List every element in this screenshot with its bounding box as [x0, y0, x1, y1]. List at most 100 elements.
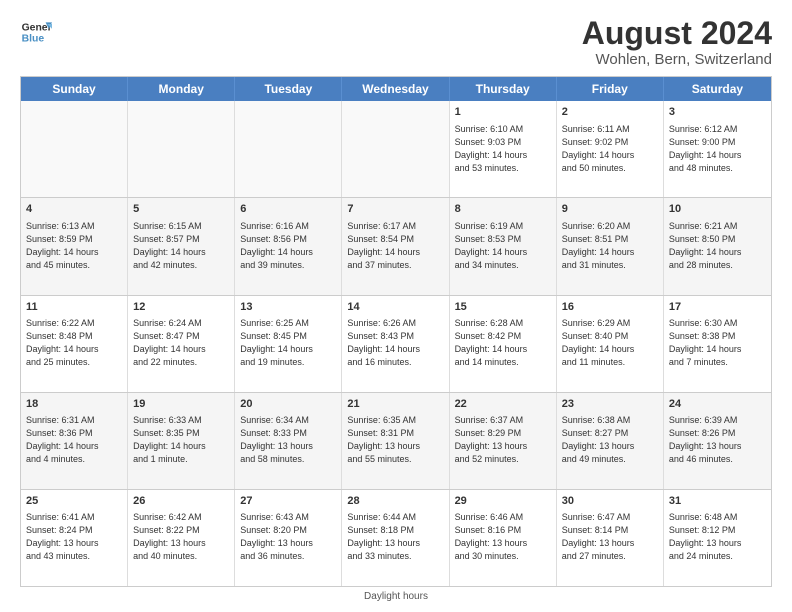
cal-cell: 7Sunrise: 6:17 AM Sunset: 8:54 PM Daylig…	[342, 198, 449, 294]
cal-cell	[128, 101, 235, 197]
day-info: Sunrise: 6:28 AM Sunset: 8:42 PM Dayligh…	[455, 317, 551, 369]
calendar-body: 1 Sunrise: 6:10 AM Sunset: 9:03 PM Daylig…	[21, 101, 771, 586]
day-info: Sunrise: 6:19 AM Sunset: 8:53 PM Dayligh…	[455, 220, 551, 272]
cal-cell: 29 Sunrise: 6:46 AM Sunset: 8:16 PM Dayli…	[450, 490, 557, 586]
day-number: 3	[669, 105, 766, 120]
cal-cell: 26 Sunrise: 6:42 AM Sunset: 8:22 PM Dayli…	[128, 490, 235, 586]
cal-cell: 13 Sunrise: 6:25 AM Sunset: 8:45 PM Dayli…	[235, 296, 342, 392]
day-info: Sunrise: 6:29 AM Sunset: 8:40 PM Dayligh…	[562, 317, 658, 369]
day-header-friday: Friday	[557, 77, 664, 101]
day-info: Sunrise: 6:37 AM Sunset: 8:29 PM Dayligh…	[455, 414, 551, 466]
cal-cell: 18 Sunrise: 6:31 AM Sunset: 8:36 PM Dayli…	[21, 393, 128, 489]
day-info: Sunrise: 6:31 AM Sunset: 8:36 PM Dayligh…	[26, 414, 122, 466]
cal-cell: 27 Sunrise: 6:43 AM Sunset: 8:20 PM Dayli…	[235, 490, 342, 586]
cal-cell: 20 Sunrise: 6:34 AM Sunset: 8:33 PM Dayli…	[235, 393, 342, 489]
day-info: Sunrise: 6:34 AM Sunset: 8:33 PM Dayligh…	[240, 414, 336, 466]
day-number: 6	[240, 202, 336, 217]
cal-cell: 25Sunrise: 6:41 AM Sunset: 8:24 PM Dayli…	[21, 490, 128, 586]
cal-cell: 3Sunrise: 6:12 AM Sunset: 9:00 PM Daylig…	[664, 101, 771, 197]
day-header-saturday: Saturday	[664, 77, 771, 101]
cal-cell: 31 Sunrise: 6:48 AM Sunset: 8:12 PM Dayli…	[664, 490, 771, 586]
day-number: 18	[26, 397, 122, 412]
cal-cell: 30 Sunrise: 6:47 AM Sunset: 8:14 PM Dayli…	[557, 490, 664, 586]
day-info: Sunrise: 6:25 AM Sunset: 8:45 PM Dayligh…	[240, 317, 336, 369]
day-info: Sunrise: 6:46 AM Sunset: 8:16 PM Dayligh…	[455, 511, 551, 563]
day-number: 1	[455, 105, 551, 120]
footer-note: Daylight hours	[20, 591, 772, 602]
day-number: 2	[562, 105, 658, 120]
cal-cell: 24 Sunrise: 6:39 AM Sunset: 8:26 PM Dayli…	[664, 393, 771, 489]
title-block: August 2024 Wohlen, Bern, Switzerland	[582, 16, 772, 68]
day-info: Sunrise: 6:13 AM Sunset: 8:59 PM Dayligh…	[26, 220, 122, 272]
day-number: 28	[347, 494, 443, 509]
cal-cell: 21Sunrise: 6:35 AM Sunset: 8:31 PM Dayli…	[342, 393, 449, 489]
day-number: 21	[347, 397, 443, 412]
day-info: Sunrise: 6:38 AM Sunset: 8:27 PM Dayligh…	[562, 414, 658, 466]
day-info: Sunrise: 6:47 AM Sunset: 8:14 PM Dayligh…	[562, 511, 658, 563]
day-number: 15	[455, 300, 551, 315]
day-number: 13	[240, 300, 336, 315]
day-number: 23	[562, 397, 658, 412]
day-info: Sunrise: 6:24 AM Sunset: 8:47 PM Dayligh…	[133, 317, 229, 369]
day-info: Sunrise: 6:48 AM Sunset: 8:12 PM Dayligh…	[669, 511, 766, 563]
day-info: Sunrise: 6:21 AM Sunset: 8:50 PM Dayligh…	[669, 220, 766, 272]
day-number: 29	[455, 494, 551, 509]
cal-cell: 6 Sunrise: 6:16 AM Sunset: 8:56 PM Daylig…	[235, 198, 342, 294]
day-number: 16	[562, 300, 658, 315]
day-number: 11	[26, 300, 122, 315]
cal-cell: 12Sunrise: 6:24 AM Sunset: 8:47 PM Dayli…	[128, 296, 235, 392]
day-number: 20	[240, 397, 336, 412]
day-info: Sunrise: 6:15 AM Sunset: 8:57 PM Dayligh…	[133, 220, 229, 272]
header: General Blue August 2024 Wohlen, Bern, S…	[20, 16, 772, 68]
cal-cell	[342, 101, 449, 197]
cal-cell: 17Sunrise: 6:30 AM Sunset: 8:38 PM Dayli…	[664, 296, 771, 392]
day-header-thursday: Thursday	[450, 77, 557, 101]
cal-cell	[21, 101, 128, 197]
week-row-3: 11 Sunrise: 6:22 AM Sunset: 8:48 PM Dayli…	[21, 296, 771, 393]
day-number: 14	[347, 300, 443, 315]
calendar: SundayMondayTuesdayWednesdayThursdayFrid…	[20, 76, 772, 587]
day-info: Sunrise: 6:20 AM Sunset: 8:51 PM Dayligh…	[562, 220, 658, 272]
week-row-4: 18 Sunrise: 6:31 AM Sunset: 8:36 PM Dayli…	[21, 393, 771, 490]
day-number: 25	[26, 494, 122, 509]
day-info: Sunrise: 6:11 AM Sunset: 9:02 PM Dayligh…	[562, 123, 658, 175]
cal-cell: 22 Sunrise: 6:37 AM Sunset: 8:29 PM Dayli…	[450, 393, 557, 489]
day-number: 19	[133, 397, 229, 412]
day-info: Sunrise: 6:26 AM Sunset: 8:43 PM Dayligh…	[347, 317, 443, 369]
day-header-wednesday: Wednesday	[342, 77, 449, 101]
day-number: 30	[562, 494, 658, 509]
main-title: August 2024	[582, 16, 772, 51]
cal-cell: 4 Sunrise: 6:13 AM Sunset: 8:59 PM Daylig…	[21, 198, 128, 294]
svg-text:Blue: Blue	[22, 34, 45, 45]
day-number: 10	[669, 202, 766, 217]
week-row-5: 25Sunrise: 6:41 AM Sunset: 8:24 PM Dayli…	[21, 490, 771, 586]
day-number: 22	[455, 397, 551, 412]
cal-cell: 5Sunrise: 6:15 AM Sunset: 8:57 PM Daylig…	[128, 198, 235, 294]
day-info: Sunrise: 6:42 AM Sunset: 8:22 PM Dayligh…	[133, 511, 229, 563]
day-number: 31	[669, 494, 766, 509]
day-info: Sunrise: 6:10 AM Sunset: 9:03 PM Dayligh…	[455, 123, 551, 175]
day-info: Sunrise: 6:43 AM Sunset: 8:20 PM Dayligh…	[240, 511, 336, 563]
day-number: 24	[669, 397, 766, 412]
cal-cell: 8 Sunrise: 6:19 AM Sunset: 8:53 PM Daylig…	[450, 198, 557, 294]
subtitle: Wohlen, Bern, Switzerland	[582, 51, 772, 68]
day-number: 8	[455, 202, 551, 217]
cal-cell: 9Sunrise: 6:20 AM Sunset: 8:51 PM Daylig…	[557, 198, 664, 294]
day-info: Sunrise: 6:22 AM Sunset: 8:48 PM Dayligh…	[26, 317, 122, 369]
day-number: 4	[26, 202, 122, 217]
day-info: Sunrise: 6:16 AM Sunset: 8:56 PM Dayligh…	[240, 220, 336, 272]
cal-cell: 19Sunrise: 6:33 AM Sunset: 8:35 PM Dayli…	[128, 393, 235, 489]
page: General Blue August 2024 Wohlen, Bern, S…	[0, 0, 792, 612]
cal-cell: 11 Sunrise: 6:22 AM Sunset: 8:48 PM Dayli…	[21, 296, 128, 392]
day-number: 27	[240, 494, 336, 509]
cal-cell: 15 Sunrise: 6:28 AM Sunset: 8:42 PM Dayli…	[450, 296, 557, 392]
cal-cell: 28Sunrise: 6:44 AM Sunset: 8:18 PM Dayli…	[342, 490, 449, 586]
cal-cell: 14 Sunrise: 6:26 AM Sunset: 8:43 PM Dayli…	[342, 296, 449, 392]
cal-cell: 23 Sunrise: 6:38 AM Sunset: 8:27 PM Dayli…	[557, 393, 664, 489]
day-number: 7	[347, 202, 443, 217]
day-header-sunday: Sunday	[21, 77, 128, 101]
day-number: 26	[133, 494, 229, 509]
day-info: Sunrise: 6:39 AM Sunset: 8:26 PM Dayligh…	[669, 414, 766, 466]
week-row-2: 4 Sunrise: 6:13 AM Sunset: 8:59 PM Daylig…	[21, 198, 771, 295]
day-number: 17	[669, 300, 766, 315]
